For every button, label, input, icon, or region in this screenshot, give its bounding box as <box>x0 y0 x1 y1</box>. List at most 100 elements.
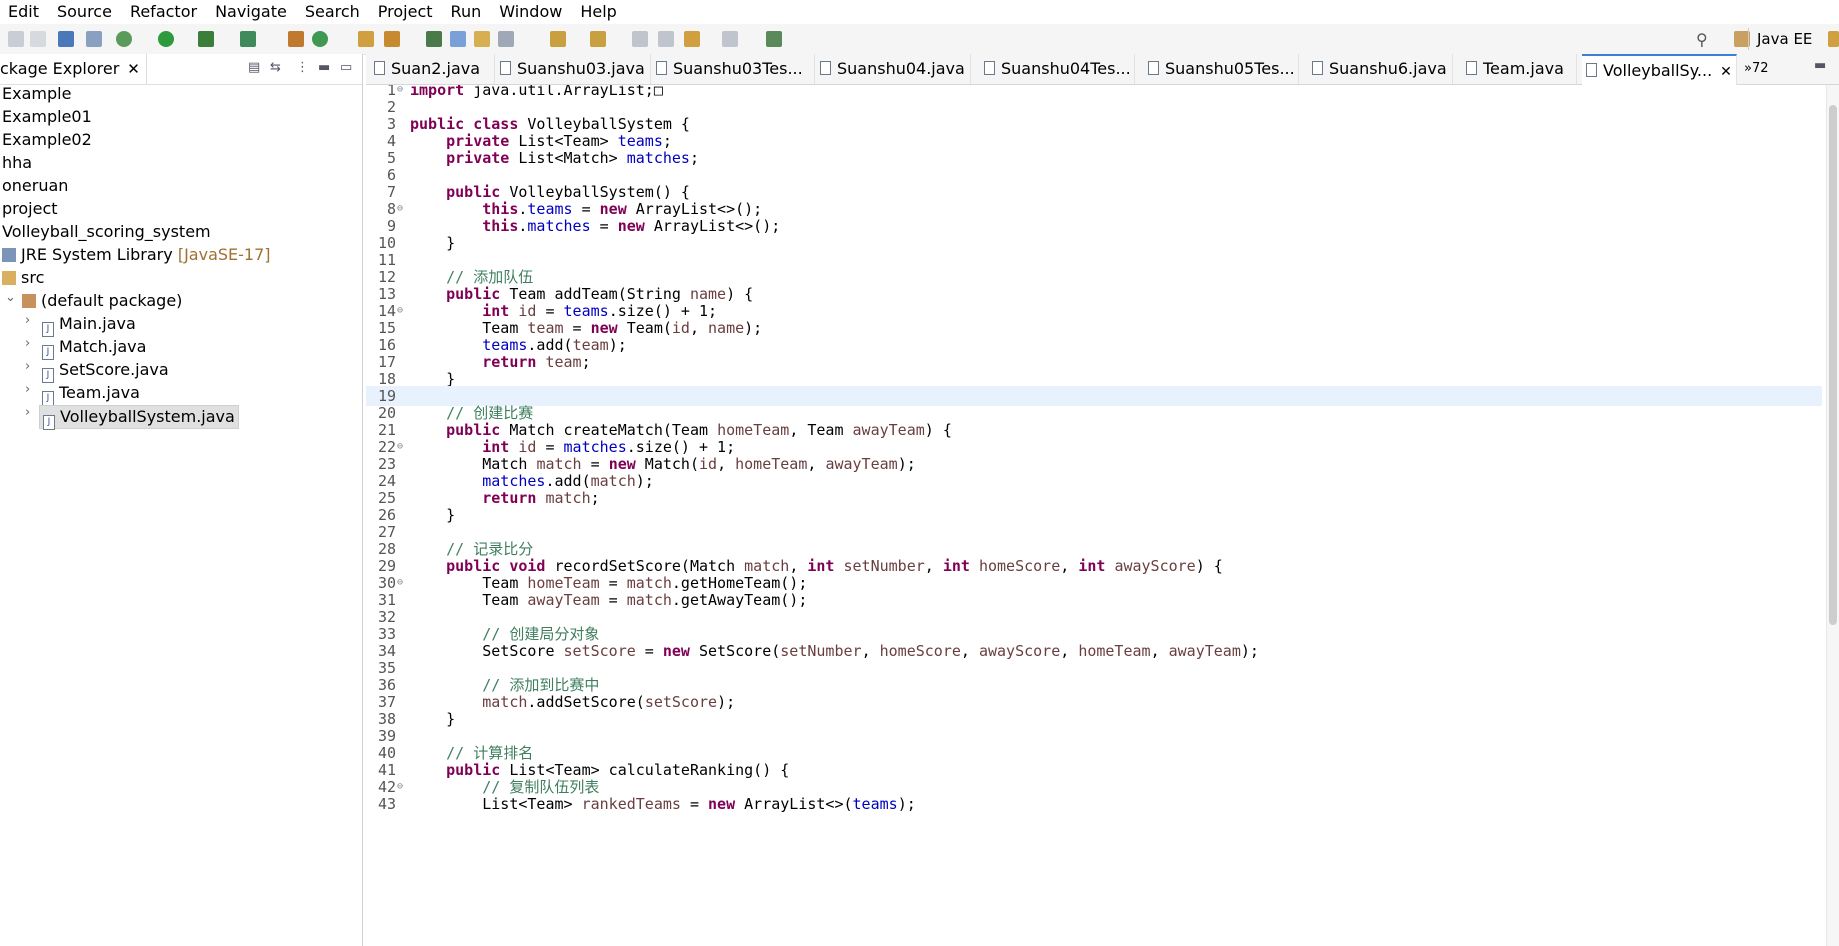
toolbar: ⚲ Java EE <box>0 24 1839 55</box>
tree-item-setscore-java[interactable]: J SetScore.java <box>42 359 169 383</box>
tree-item-src[interactable]: src <box>2 267 44 289</box>
package-explorer: ckage Explorer ✕ ▤ ⇆ ⋮ ▬ ▭ Example Exampl… <box>0 54 363 946</box>
tree-item-hha[interactable]: hha <box>2 152 32 174</box>
java-file-icon: J <box>42 345 54 360</box>
code-line[interactable]: 43 List<Team> rankedTeams = new ArrayLis… <box>366 794 1822 814</box>
tab-suanshu03test[interactable]: Suanshu03Tes... <box>652 54 815 84</box>
menu-source[interactable]: Source <box>48 0 121 24</box>
java-file-icon: J <box>43 415 55 430</box>
console-icon[interactable] <box>58 31 74 47</box>
tab-volleyballsystem[interactable]: VolleyballSy... ✕ <box>1582 54 1737 86</box>
open-type-icon[interactable] <box>358 31 374 47</box>
tree-item-volleyballsystem-java[interactable]: J VolleyballSystem.java <box>39 405 239 430</box>
tab-label: Suanshu03Tes... <box>673 59 803 78</box>
coverage-icon[interactable] <box>240 31 256 47</box>
search-tool-icon[interactable] <box>384 31 400 47</box>
tree-item-project[interactable]: project <box>2 198 58 220</box>
tree-item-team-java[interactable]: J Team.java <box>42 382 140 406</box>
chevron-right-icon[interactable]: › <box>25 313 35 328</box>
forward-icon[interactable] <box>684 31 700 47</box>
previous-annotation-icon[interactable] <box>590 31 606 47</box>
tree-item-example01[interactable]: Example01 <box>2 106 92 128</box>
menu-navigate[interactable]: Navigate <box>206 0 296 24</box>
save-all-icon[interactable] <box>30 31 46 47</box>
menu-refactor[interactable]: Refactor <box>121 0 206 24</box>
tab-suanshu6[interactable]: Suanshu6.java <box>1308 54 1453 84</box>
link-with-editor-icon[interactable]: ⇆ <box>270 60 281 75</box>
tab-suan2[interactable]: Suan2.java <box>370 54 495 84</box>
scrollbar-thumb[interactable] <box>1829 105 1837 625</box>
menu-edit[interactable]: Edit <box>0 0 48 24</box>
new-class-icon[interactable] <box>312 31 328 47</box>
mark-occurrences-icon[interactable] <box>450 31 466 47</box>
tab-suanshu05test[interactable]: Suanshu05Tes... <box>1144 54 1299 84</box>
skip-breakpoints-icon[interactable] <box>86 31 102 47</box>
new-java-project-icon[interactable] <box>288 31 304 47</box>
java-file-icon <box>656 61 667 75</box>
java-file-icon <box>374 61 385 75</box>
tab-team[interactable]: Team.java <box>1462 54 1577 84</box>
tree-item-label: SetScore.java <box>59 360 169 379</box>
java-file-icon <box>984 61 995 75</box>
last-edit-icon[interactable] <box>632 31 648 47</box>
java-file-icon <box>1148 61 1159 75</box>
menu-search[interactable]: Search <box>296 0 369 24</box>
view-menu-icon[interactable]: ⋮ <box>296 60 309 75</box>
chevron-down-icon[interactable]: ⌄ <box>5 290 16 305</box>
menu-project[interactable]: Project <box>369 0 442 24</box>
package-explorer-tab[interactable]: ckage Explorer ✕ <box>0 54 147 84</box>
debug-icon[interactable] <box>116 31 132 47</box>
chevron-right-icon[interactable]: › <box>25 382 35 397</box>
run-icon[interactable] <box>158 31 174 47</box>
menu-window[interactable]: Window <box>490 0 571 24</box>
search-icon[interactable]: ⚲ <box>1696 30 1708 49</box>
close-icon[interactable]: ✕ <box>1720 64 1732 80</box>
library-icon <box>2 248 16 262</box>
menu-run[interactable]: Run <box>442 0 491 24</box>
code-text: List<Team> rankedTeams = new ArrayList<>… <box>410 795 916 813</box>
next-annotation-icon[interactable] <box>550 31 566 47</box>
tab-suanshu04test[interactable]: Suanshu04Tes... <box>980 54 1135 84</box>
tab-suanshu04[interactable]: Suanshu04.java <box>816 54 971 84</box>
menu-bar: Edit Source Refactor Navigate Search Pro… <box>0 0 1839 24</box>
minimize-icon[interactable]: ▬ <box>1814 58 1826 73</box>
tree-item-example[interactable]: Example <box>2 83 71 105</box>
java-file-icon <box>1466 61 1477 75</box>
tabs-overflow[interactable]: »72 <box>1740 54 1784 84</box>
java-file-icon <box>500 61 511 75</box>
maximize-icon[interactable]: ▭ <box>340 60 352 75</box>
vertical-scrollbar[interactable] <box>1826 85 1839 946</box>
perspective-java-ee[interactable]: Java EE <box>1748 28 1812 50</box>
tree-item-match-java[interactable]: J Match.java <box>42 336 147 360</box>
tree-item-example02[interactable]: Example02 <box>2 129 92 151</box>
pin-editor-icon[interactable] <box>766 31 782 47</box>
minimize-icon[interactable]: ▬ <box>318 60 330 75</box>
chevron-right-icon[interactable]: › <box>25 405 35 420</box>
tree-item-default-package[interactable]: (default package) <box>22 290 182 312</box>
close-icon[interactable]: ✕ <box>127 60 140 78</box>
tree-item-label: Match.java <box>59 337 147 356</box>
tree-item-jre-system-library[interactable]: JRE System Library [JavaSE-17] <box>2 244 271 266</box>
java-perspective-icon[interactable] <box>1828 31 1839 47</box>
show-whitespace-icon[interactable] <box>498 31 514 47</box>
tree-item-label: JRE System Library <box>21 245 173 264</box>
block-selection-icon[interactable] <box>474 31 490 47</box>
tab-label: Team.java <box>1483 59 1564 78</box>
next-edit-icon[interactable] <box>722 31 738 47</box>
package-explorer-title: ckage Explorer <box>0 59 120 78</box>
java-file-icon <box>1312 61 1323 75</box>
annotation-icon[interactable] <box>426 31 442 47</box>
tree-item-main-java[interactable]: J Main.java <box>42 313 136 337</box>
tab-suanshu03[interactable]: Suanshu03.java <box>496 54 651 84</box>
tree-item-volleyball-scoring-system[interactable]: Volleyball_scoring_system <box>2 221 211 243</box>
tab-label: Suanshu04.java <box>837 59 965 78</box>
save-icon[interactable] <box>8 31 24 47</box>
code-editor[interactable]: 1 ⊖ import java.util.ArrayList;□ 2 3 public c… <box>366 85 1839 946</box>
menu-help[interactable]: Help <box>571 0 625 24</box>
chevron-right-icon[interactable]: › <box>25 336 35 351</box>
tree-item-oneruan[interactable]: oneruan <box>2 175 68 197</box>
chevron-right-icon[interactable]: › <box>25 359 35 374</box>
back-icon[interactable] <box>658 31 674 47</box>
run-server-icon[interactable] <box>198 31 214 47</box>
collapse-all-icon[interactable]: ▤ <box>248 60 260 75</box>
